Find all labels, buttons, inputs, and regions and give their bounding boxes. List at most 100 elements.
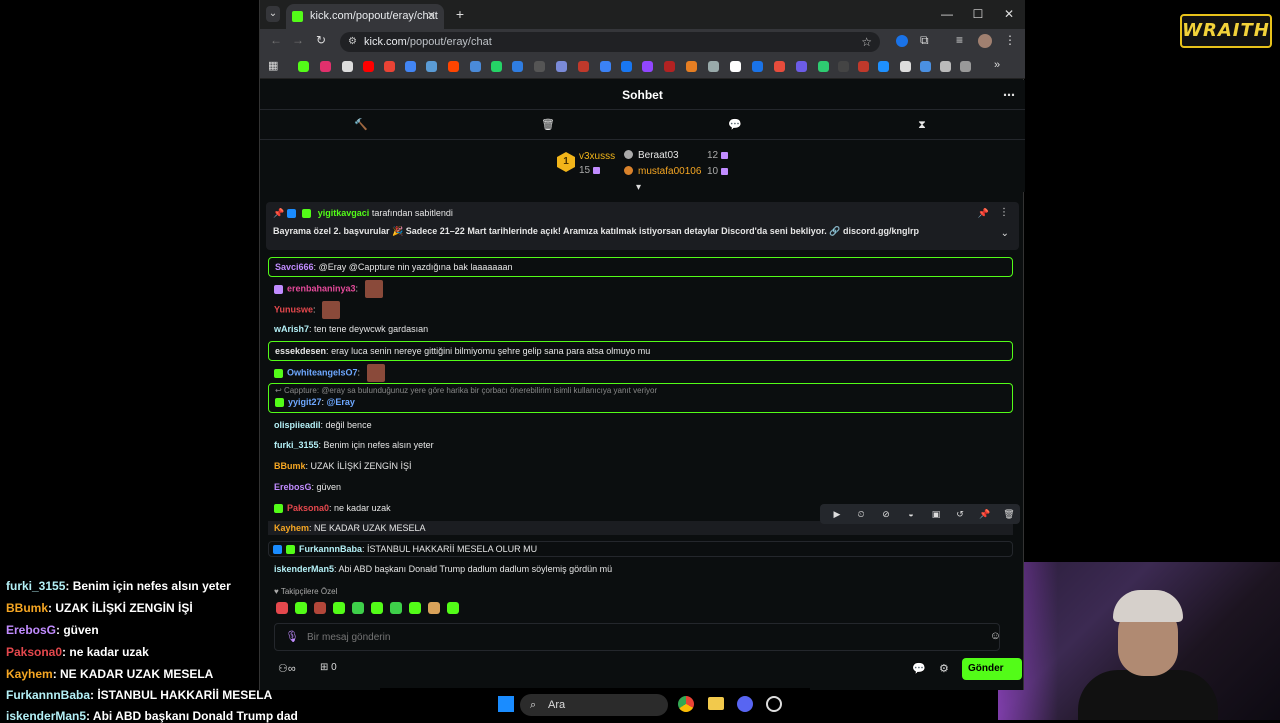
emote-button[interactable] <box>295 602 307 614</box>
mic-icon[interactable]: 🎙 <box>285 630 299 643</box>
message-username[interactable]: wArish7 <box>274 324 309 334</box>
bookmark-icon[interactable] <box>512 61 523 72</box>
chat-message[interactable]: wArish7: ten tene deywcwk gardasıan <box>274 322 1019 336</box>
bookmark-star-icon[interactable]: ☆ <box>861 32 872 52</box>
more-bookmarks-icon[interactable]: » <box>994 59 1000 71</box>
message-username[interactable]: iskenderMan5 <box>274 564 334 574</box>
chat-message[interactable]: Yunuswe: <box>274 301 1019 319</box>
hammer-icon[interactable]: 🔨 <box>354 118 368 132</box>
close-window-icon[interactable]: ✕ <box>997 4 1021 24</box>
chat-message[interactable]: erenbahaninya3: <box>274 280 1019 298</box>
media-icon[interactable]: ≡ <box>956 33 963 47</box>
emote-button[interactable] <box>314 602 326 614</box>
third-name[interactable]: mustafa00106 <box>638 166 701 177</box>
maximize-icon[interactable]: ☐ <box>966 4 990 24</box>
bookmark-x-icon[interactable] <box>342 61 353 72</box>
url-field[interactable]: ⚙ kick.com/popout/eray/chat ☆ <box>340 32 880 52</box>
bookmark-icon[interactable] <box>900 61 911 72</box>
chat-message[interactable]: olispiieadil: değil bence <box>274 418 1019 432</box>
chat-message[interactable]: iskenderMan5: Abi ABD başkanı Donald Tru… <box>274 562 1019 576</box>
reply-message[interactable]: ↩ Cappture: @eray sa bulunduğunuz yere g… <box>268 383 1013 413</box>
reload-icon[interactable]: ↻ <box>316 33 326 47</box>
apps-grid-icon[interactable]: ▦ <box>268 59 278 72</box>
bookmark-icon[interactable] <box>960 61 971 72</box>
bookmark-icon[interactable] <box>730 61 741 72</box>
chat-icon[interactable]: ◒ <box>904 507 918 521</box>
extension-icon[interactable] <box>896 35 908 47</box>
bookmark-icon[interactable] <box>664 61 675 72</box>
message-username[interactable]: yyigit27 <box>288 397 322 407</box>
bookmark-whatsapp-icon[interactable] <box>491 61 502 72</box>
site-info-icon[interactable]: ⚙ <box>348 32 357 52</box>
minimize-icon[interactable]: — <box>935 4 959 24</box>
file-explorer-icon[interactable] <box>708 697 724 710</box>
bookmark-kick-icon[interactable] <box>298 61 309 72</box>
bookmark-icon[interactable] <box>920 61 931 72</box>
back-icon[interactable]: ← <box>270 33 282 47</box>
new-tab-icon[interactable]: + <box>450 4 470 24</box>
emote-button[interactable] <box>428 602 440 614</box>
bookmark-icon[interactable] <box>556 61 567 72</box>
bookmark-twitch-icon[interactable] <box>642 61 653 72</box>
chat-message[interactable]: Savci666: @Eray @Cappture nin yazdığına … <box>268 257 1013 277</box>
bookmark-icon[interactable] <box>818 61 829 72</box>
copy-icon[interactable]: ▣ <box>929 507 943 521</box>
chat-menu-icon[interactable]: ⋯ <box>1003 80 1015 110</box>
close-tab-icon[interactable]: ✕ <box>427 4 436 29</box>
bookmark-gmail-icon[interactable] <box>384 61 395 72</box>
message-username[interactable]: olispiieadil <box>274 420 321 430</box>
active-tab[interactable]: kick.com/popout/eray/chat ✕ <box>286 4 444 29</box>
message-username[interactable]: Savci666 <box>275 262 314 272</box>
message-username[interactable]: essekdesen <box>275 346 326 356</box>
chat-message[interactable]: furki_3155: Benim için nefes alsın yeter <box>274 438 1019 452</box>
message-username[interactable]: FurkannnBaba <box>299 544 362 554</box>
reply-icon[interactable]: ↺ <box>953 507 967 521</box>
bookmark-icon[interactable] <box>940 61 951 72</box>
app-icon[interactable] <box>766 696 782 712</box>
bookmark-icon[interactable] <box>426 61 437 72</box>
message-username[interactable]: Paksona0 <box>287 503 329 513</box>
chat-message[interactable]: OwhiteangelsO7: <box>274 364 1019 382</box>
bookmark-icon[interactable] <box>708 61 719 72</box>
pinned-by-user[interactable]: yigitkavgaci <box>318 208 370 218</box>
chat-message[interactable]: FurkannnBaba: İSTANBUL HAKKARİİ MESELA O… <box>268 541 1013 557</box>
expand-pinned-icon[interactable]: ⌄ <box>1001 228 1009 239</box>
message-input[interactable] <box>307 628 907 646</box>
menu-icon[interactable]: ⋮ <box>1004 33 1016 47</box>
expand-leaderboard-icon[interactable]: ▾ <box>636 182 641 193</box>
windows-start-icon[interactable] <box>498 696 514 712</box>
emote-button[interactable] <box>409 602 421 614</box>
message-username[interactable]: Kayhem <box>274 523 309 533</box>
ban-icon[interactable]: ⊘ <box>879 507 893 521</box>
settings-gear-icon[interactable]: ⚙ <box>939 662 949 675</box>
message-username[interactable]: ErebosG <box>274 482 312 492</box>
second-name[interactable]: Beraat03 <box>638 150 679 161</box>
bookmark-icon[interactable] <box>534 61 545 72</box>
chat-bubble-icon[interactable]: 💬 <box>728 118 742 132</box>
bookmark-icon[interactable] <box>752 61 763 72</box>
play-icon[interactable]: ▶ <box>830 507 844 521</box>
emote-button[interactable] <box>276 602 288 614</box>
message-username[interactable]: erenbahaninya3 <box>287 283 356 293</box>
message-username[interactable]: OwhiteangelsO7 <box>287 367 358 377</box>
emote-button[interactable] <box>390 602 402 614</box>
emote-button[interactable] <box>333 602 345 614</box>
chat-message[interactable]: BBumk: UZAK İLİŞKİ ZENGİN İŞİ <box>274 459 1019 473</box>
bookmark-icon[interactable] <box>838 61 849 72</box>
emote-button[interactable] <box>371 602 383 614</box>
viewer-counter[interactable]: ⊞ 0 <box>320 662 337 673</box>
bookmark-icon[interactable] <box>578 61 589 72</box>
bookmark-icon[interactable] <box>600 61 611 72</box>
bookmark-icon[interactable] <box>774 61 785 72</box>
chat-message[interactable]: ErebosG: güven <box>274 480 1019 494</box>
tab-search-icon[interactable]: ⌄ <box>266 6 280 22</box>
trash-icon[interactable]: 🗑 <box>541 118 555 132</box>
users-icon[interactable]: ⚇∞ <box>278 662 296 675</box>
leader-name[interactable]: v3xusss <box>579 151 615 162</box>
chat-bubble-settings-icon[interactable]: 💬 <box>912 662 926 675</box>
profile-avatar[interactable] <box>978 34 992 48</box>
bookmark-youtube-icon[interactable] <box>363 61 374 72</box>
unpin-icon[interactable]: 📌 <box>978 208 989 219</box>
bookmark-icon[interactable] <box>470 61 481 72</box>
discord-icon[interactable] <box>737 696 753 712</box>
